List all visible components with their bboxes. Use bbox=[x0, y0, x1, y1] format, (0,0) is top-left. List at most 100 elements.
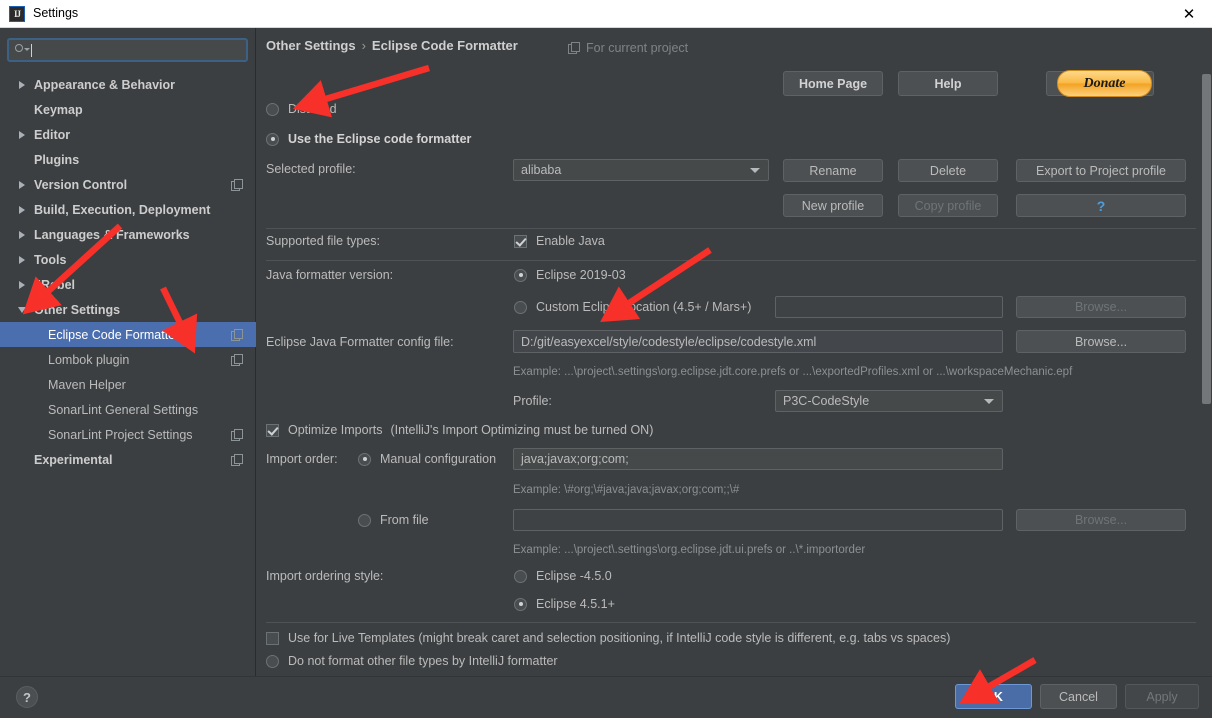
help-icon-button[interactable]: ? bbox=[16, 686, 38, 708]
radio-custom-eclipse-location[interactable]: Custom Eclipse location (4.5+ / Mars+) bbox=[514, 300, 751, 314]
radio-disabled[interactable]: Disabled bbox=[266, 102, 337, 116]
chevron-right-icon[interactable] bbox=[14, 131, 30, 139]
search-field[interactable] bbox=[7, 38, 248, 62]
copy-profile-button[interactable]: Copy profile bbox=[898, 194, 998, 217]
custom-eclipse-location-input[interactable] bbox=[775, 296, 1003, 318]
chevron-right-icon[interactable] bbox=[14, 256, 30, 264]
new-profile-button[interactable]: New profile bbox=[783, 194, 883, 217]
sidebar-item-plugins[interactable]: Plugins bbox=[0, 147, 256, 172]
radio-eclipse-2019[interactable]: Eclipse 2019-03 bbox=[514, 268, 626, 282]
profile-combo-value: P3C-CodeStyle bbox=[783, 394, 870, 408]
radio-custom-eclipse-circle bbox=[514, 300, 527, 314]
sidebar-item-tools[interactable]: Tools bbox=[0, 247, 256, 272]
selected-profile-label: Selected profile: bbox=[266, 162, 356, 176]
chevron-right-icon[interactable] bbox=[14, 231, 30, 239]
main-scrollbar-track[interactable] bbox=[1201, 74, 1212, 676]
home-page-button[interactable]: Home Page bbox=[783, 71, 883, 96]
radio-from-file[interactable]: From file bbox=[358, 513, 429, 527]
sidebar-item-sonarlint-general-settings[interactable]: SonarLint General Settings bbox=[0, 397, 256, 422]
chevron-right-icon[interactable] bbox=[14, 206, 30, 214]
chevron-down-icon[interactable] bbox=[14, 307, 30, 313]
sidebar-item-appearance-behavior[interactable]: Appearance & Behavior bbox=[0, 72, 256, 97]
checkbox-enable-java[interactable]: Enable Java bbox=[514, 234, 605, 248]
radio-use-eclipse-formatter[interactable]: Use the Eclipse code formatter bbox=[266, 132, 471, 146]
sidebar-item-label: Lombok plugin bbox=[48, 352, 130, 367]
export-to-project-profile-button[interactable]: Export to Project profile bbox=[1016, 159, 1186, 182]
sidebar-item-label: Appearance & Behavior bbox=[34, 77, 176, 92]
selected-profile-label-row: Selected profile: bbox=[266, 162, 356, 176]
sidebar-item-label: Eclipse Code Formatter bbox=[48, 327, 180, 342]
checkbox-live-templates-label: Use for Live Templates (might break care… bbox=[288, 631, 951, 645]
settings-dialog: IJ Settings ✕ Appearance & Behavior Keyma… bbox=[0, 0, 1212, 718]
breadcrumb-current: Eclipse Code Formatter bbox=[371, 38, 518, 53]
radio-eclipse-451[interactable]: Eclipse 4.5.1+ bbox=[514, 597, 615, 611]
sidebar-item-label: Other Settings bbox=[34, 302, 121, 317]
selected-profile-combo[interactable]: alibaba bbox=[513, 159, 769, 181]
radio-manual-configuration[interactable]: Manual configuration bbox=[358, 452, 496, 466]
radio-use-eclipse-circle bbox=[266, 132, 279, 146]
apply-button[interactable]: Apply bbox=[1125, 684, 1199, 709]
for-current-project-label: For current project bbox=[568, 41, 688, 55]
chevron-right-icon[interactable] bbox=[14, 181, 30, 189]
donate-button[interactable]: Donate bbox=[1057, 70, 1152, 97]
chevron-right-icon[interactable] bbox=[14, 281, 30, 289]
radio-use-eclipse-label: Use the Eclipse code formatter bbox=[288, 132, 472, 146]
chevron-right-icon[interactable] bbox=[14, 81, 30, 89]
import-ordering-style-label-row: Import ordering style: bbox=[266, 569, 383, 583]
close-icon[interactable]: ✕ bbox=[1166, 0, 1212, 28]
sidebar-item-experimental[interactable]: Experimental bbox=[0, 447, 256, 472]
profile-help-button[interactable]: ? bbox=[1016, 194, 1186, 217]
optimize-imports-note: (IntelliJ's Import Optimizing must be tu… bbox=[390, 423, 654, 437]
settings-tree: Appearance & Behavior Keymap Editor Plugins… bbox=[0, 72, 256, 472]
import-order-input[interactable]: java;javax;org;com; bbox=[513, 448, 1003, 470]
sidebar-item-keymap[interactable]: Keymap bbox=[0, 97, 256, 122]
sidebar-item-sonarlint-project-settings[interactable]: SonarLint Project Settings bbox=[0, 422, 256, 447]
sidebar-item-label: Keymap bbox=[34, 102, 83, 117]
checkbox-optimize-imports[interactable]: Optimize Imports (IntelliJ's Import Opti… bbox=[266, 423, 653, 437]
checkbox-enable-java-box bbox=[514, 234, 527, 248]
from-file-browse-button[interactable]: Browse... bbox=[1016, 509, 1186, 531]
sidebar-item-other-settings[interactable]: Other Settings bbox=[0, 297, 256, 322]
config-file-input[interactable]: D:/git/easyexcel/style/codestyle/eclipse… bbox=[513, 330, 1003, 353]
sidebar-item-version-control[interactable]: Version Control bbox=[0, 172, 256, 197]
delete-profile-button[interactable]: Delete bbox=[898, 159, 998, 182]
breadcrumb-root[interactable]: Other Settings bbox=[266, 38, 356, 53]
search-input[interactable] bbox=[32, 43, 246, 57]
divider bbox=[266, 260, 1196, 261]
breadcrumb: Other Settings › Eclipse Code Formatter bbox=[266, 38, 518, 53]
search-icon bbox=[14, 43, 30, 57]
sidebar-item-jrebel[interactable]: JRebel bbox=[0, 272, 256, 297]
divider bbox=[266, 622, 1196, 623]
radio-eclipse-451-circle bbox=[514, 597, 527, 611]
sidebar-item-languages-frameworks[interactable]: Languages & Frameworks bbox=[0, 222, 256, 247]
config-file-browse-button[interactable]: Browse... bbox=[1016, 330, 1186, 353]
sidebar-item-label: Plugins bbox=[34, 152, 80, 167]
divider bbox=[266, 228, 1196, 229]
sidebar-item-build-execution-deployment[interactable]: Build, Execution, Deployment bbox=[0, 197, 256, 222]
checkbox-live-templates[interactable]: Use for Live Templates (might break care… bbox=[266, 631, 950, 645]
sidebar-item-lombok-plugin[interactable]: Lombok plugin bbox=[0, 347, 256, 372]
copy-icon bbox=[231, 454, 243, 466]
main-scrollbar-thumb[interactable] bbox=[1202, 74, 1211, 404]
help-button[interactable]: Help bbox=[898, 71, 998, 96]
breadcrumb-separator: › bbox=[361, 38, 366, 53]
profile-combo[interactable]: P3C-CodeStyle bbox=[775, 390, 1003, 412]
radio-disabled-circle bbox=[266, 102, 279, 116]
radio-eclipse-450[interactable]: Eclipse -4.5.0 bbox=[514, 569, 612, 583]
radio-do-not-format-circle bbox=[266, 654, 279, 668]
sidebar-item-maven-helper[interactable]: Maven Helper bbox=[0, 372, 256, 397]
import-order-label: Import order: bbox=[266, 452, 338, 466]
sidebar-item-label: Experimental bbox=[34, 452, 113, 467]
cancel-button[interactable]: Cancel bbox=[1040, 684, 1117, 709]
profile-label-row: Profile: bbox=[513, 394, 552, 408]
radio-do-not-format[interactable]: Do not format other file types by Intell… bbox=[266, 654, 558, 668]
custom-eclipse-browse-button[interactable]: Browse... bbox=[1016, 296, 1186, 318]
rename-profile-button[interactable]: Rename bbox=[783, 159, 883, 182]
checkbox-optimize-imports-label: Optimize Imports bbox=[288, 423, 383, 437]
sidebar-item-editor[interactable]: Editor bbox=[0, 122, 256, 147]
sidebar-item-label: SonarLint Project Settings bbox=[48, 427, 193, 442]
donate-button-shell[interactable]: Donate bbox=[1046, 70, 1154, 97]
sidebar-item-eclipse-code-formatter[interactable]: Eclipse Code Formatter bbox=[0, 322, 256, 347]
from-file-input[interactable] bbox=[513, 509, 1003, 531]
ok-button[interactable]: OK bbox=[955, 684, 1032, 709]
